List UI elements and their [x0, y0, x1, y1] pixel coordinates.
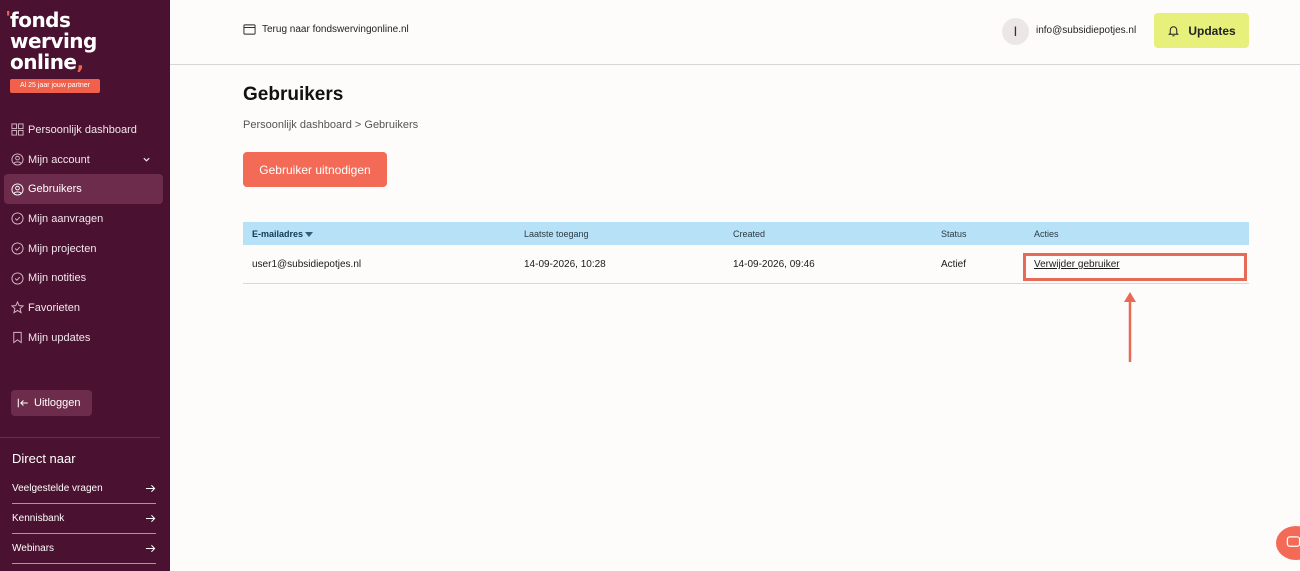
logo-comma: ,: [76, 50, 85, 74]
logout-icon: [17, 398, 28, 408]
cell-email: user1@subsidiepotjes.nl: [252, 259, 362, 270]
sidebar-item-mijn-updates[interactable]: Mijn updates: [4, 323, 163, 353]
cell-last-access: 14-09-2026, 10:28: [524, 259, 606, 270]
sidebar-item-favorieten[interactable]: Favorieten: [4, 293, 163, 323]
sidebar-divider: [0, 437, 160, 438]
logout-button[interactable]: Uitloggen: [11, 390, 92, 416]
logout-label: Uitloggen: [34, 397, 81, 409]
star-icon: [11, 301, 24, 315]
sidebar-item-label: Persoonlijk dashboard: [28, 123, 137, 136]
user-circle-icon: [11, 153, 24, 166]
arrow-right-icon: [145, 514, 156, 523]
browser-window-icon: [243, 24, 256, 35]
back-to-site-link[interactable]: Terug naar fondswervingonline.nl: [243, 23, 409, 36]
direct-link-label: Webinars: [12, 543, 55, 554]
cell-status: Actief: [941, 259, 967, 270]
sidebar: ' fonds werving online, Al 25 jaar jouw …: [0, 0, 170, 571]
direct-naar-title: Direct naar: [12, 451, 76, 466]
column-header-actions: Acties: [1034, 229, 1059, 239]
avatar[interactable]: I: [1002, 18, 1029, 45]
column-header-email[interactable]: E-mailadres: [252, 229, 314, 239]
arrow-right-icon: [145, 544, 156, 553]
logo-badge: Al 25 jaar jouw partner: [10, 79, 100, 93]
updates-button[interactable]: Updates: [1154, 13, 1249, 48]
sidebar-item-label: Mijn notities: [28, 272, 87, 285]
check-circle-icon: [11, 272, 24, 285]
direct-link-label: Veelgestelde vragen: [12, 483, 103, 494]
sidebar-item-label: Mijn projecten: [28, 242, 97, 255]
column-header-label: E-mailadres: [252, 229, 304, 239]
cell-created: 14-09-2026, 09:46: [733, 259, 815, 270]
updates-label: Updates: [1188, 23, 1236, 38]
check-circle-icon: [11, 242, 24, 255]
users-circle-icon: [11, 183, 24, 196]
sidebar-item-mijn-notities[interactable]: Mijn notities: [4, 263, 163, 293]
direct-link-webinars[interactable]: Webinars: [12, 534, 156, 564]
sidebar-item-label: Gebruikers: [28, 183, 82, 196]
column-header-created: Created: [733, 229, 766, 239]
direct-link-label: Kennisbank: [12, 513, 65, 524]
sidebar-item-mijn-projecten[interactable]: Mijn projecten: [4, 234, 163, 264]
column-header-status: Status: [941, 229, 967, 239]
direct-links: Veelgestelde vragen Kennisbank Webinars: [12, 474, 156, 564]
table-header: E-mailadres Laatste toegang Created Stat…: [243, 222, 1249, 245]
column-header-last-access: Laatste toegang: [524, 229, 589, 239]
chevron-down-icon[interactable]: [142, 155, 151, 164]
sidebar-item-label: Mijn updates: [28, 331, 91, 344]
page-title: Gebruikers: [243, 84, 344, 105]
arrow-right-icon: [145, 484, 156, 493]
logo-tick-mark: ': [6, 8, 11, 28]
bell-icon: [1168, 26, 1180, 37]
logo-line-1: fonds: [10, 8, 71, 32]
check-circle-icon: [11, 212, 24, 225]
logo[interactable]: ' fonds werving online,: [6, 8, 130, 74]
sidebar-item-label: Favorieten: [28, 301, 80, 314]
sidebar-item-label: Mijn account: [28, 153, 90, 166]
highlight-box: [1023, 253, 1247, 281]
chat-icon: [1286, 536, 1300, 547]
bookmark-icon: [11, 331, 24, 344]
sidebar-item-persoonlijk-dashboard[interactable]: Persoonlijk dashboard: [4, 115, 163, 145]
sort-down-icon: [305, 232, 314, 238]
invite-user-button[interactable]: Gebruiker uitnodigen: [243, 152, 387, 187]
logo-line-3: online: [10, 50, 77, 74]
user-email[interactable]: info@subsidiepotjes.nl: [1036, 25, 1136, 36]
sidebar-item-gebruikers[interactable]: Gebruikers: [4, 174, 163, 205]
top-bar: Terug naar fondswervingonline.nl I info@…: [170, 0, 1300, 65]
grid-icon: [11, 123, 24, 136]
sidebar-nav: Persoonlijk dashboard Mijn account Gebru…: [4, 115, 163, 353]
sidebar-item-mijn-account[interactable]: Mijn account: [4, 145, 163, 175]
breadcrumb[interactable]: Persoonlijk dashboard > Gebruikers: [243, 119, 418, 131]
back-link-label: Terug naar fondswervingonline.nl: [262, 24, 409, 35]
sidebar-item-mijn-aanvragen[interactable]: Mijn aanvragen: [4, 204, 163, 234]
sidebar-item-label: Mijn aanvragen: [28, 212, 104, 225]
logo-line-2: werving: [10, 29, 97, 53]
direct-link-veelgestelde-vragen[interactable]: Veelgestelde vragen: [12, 474, 156, 504]
chat-button[interactable]: [1276, 526, 1300, 560]
annotation-arrow-up: [1124, 292, 1136, 362]
direct-link-kennisbank[interactable]: Kennisbank: [12, 504, 156, 534]
